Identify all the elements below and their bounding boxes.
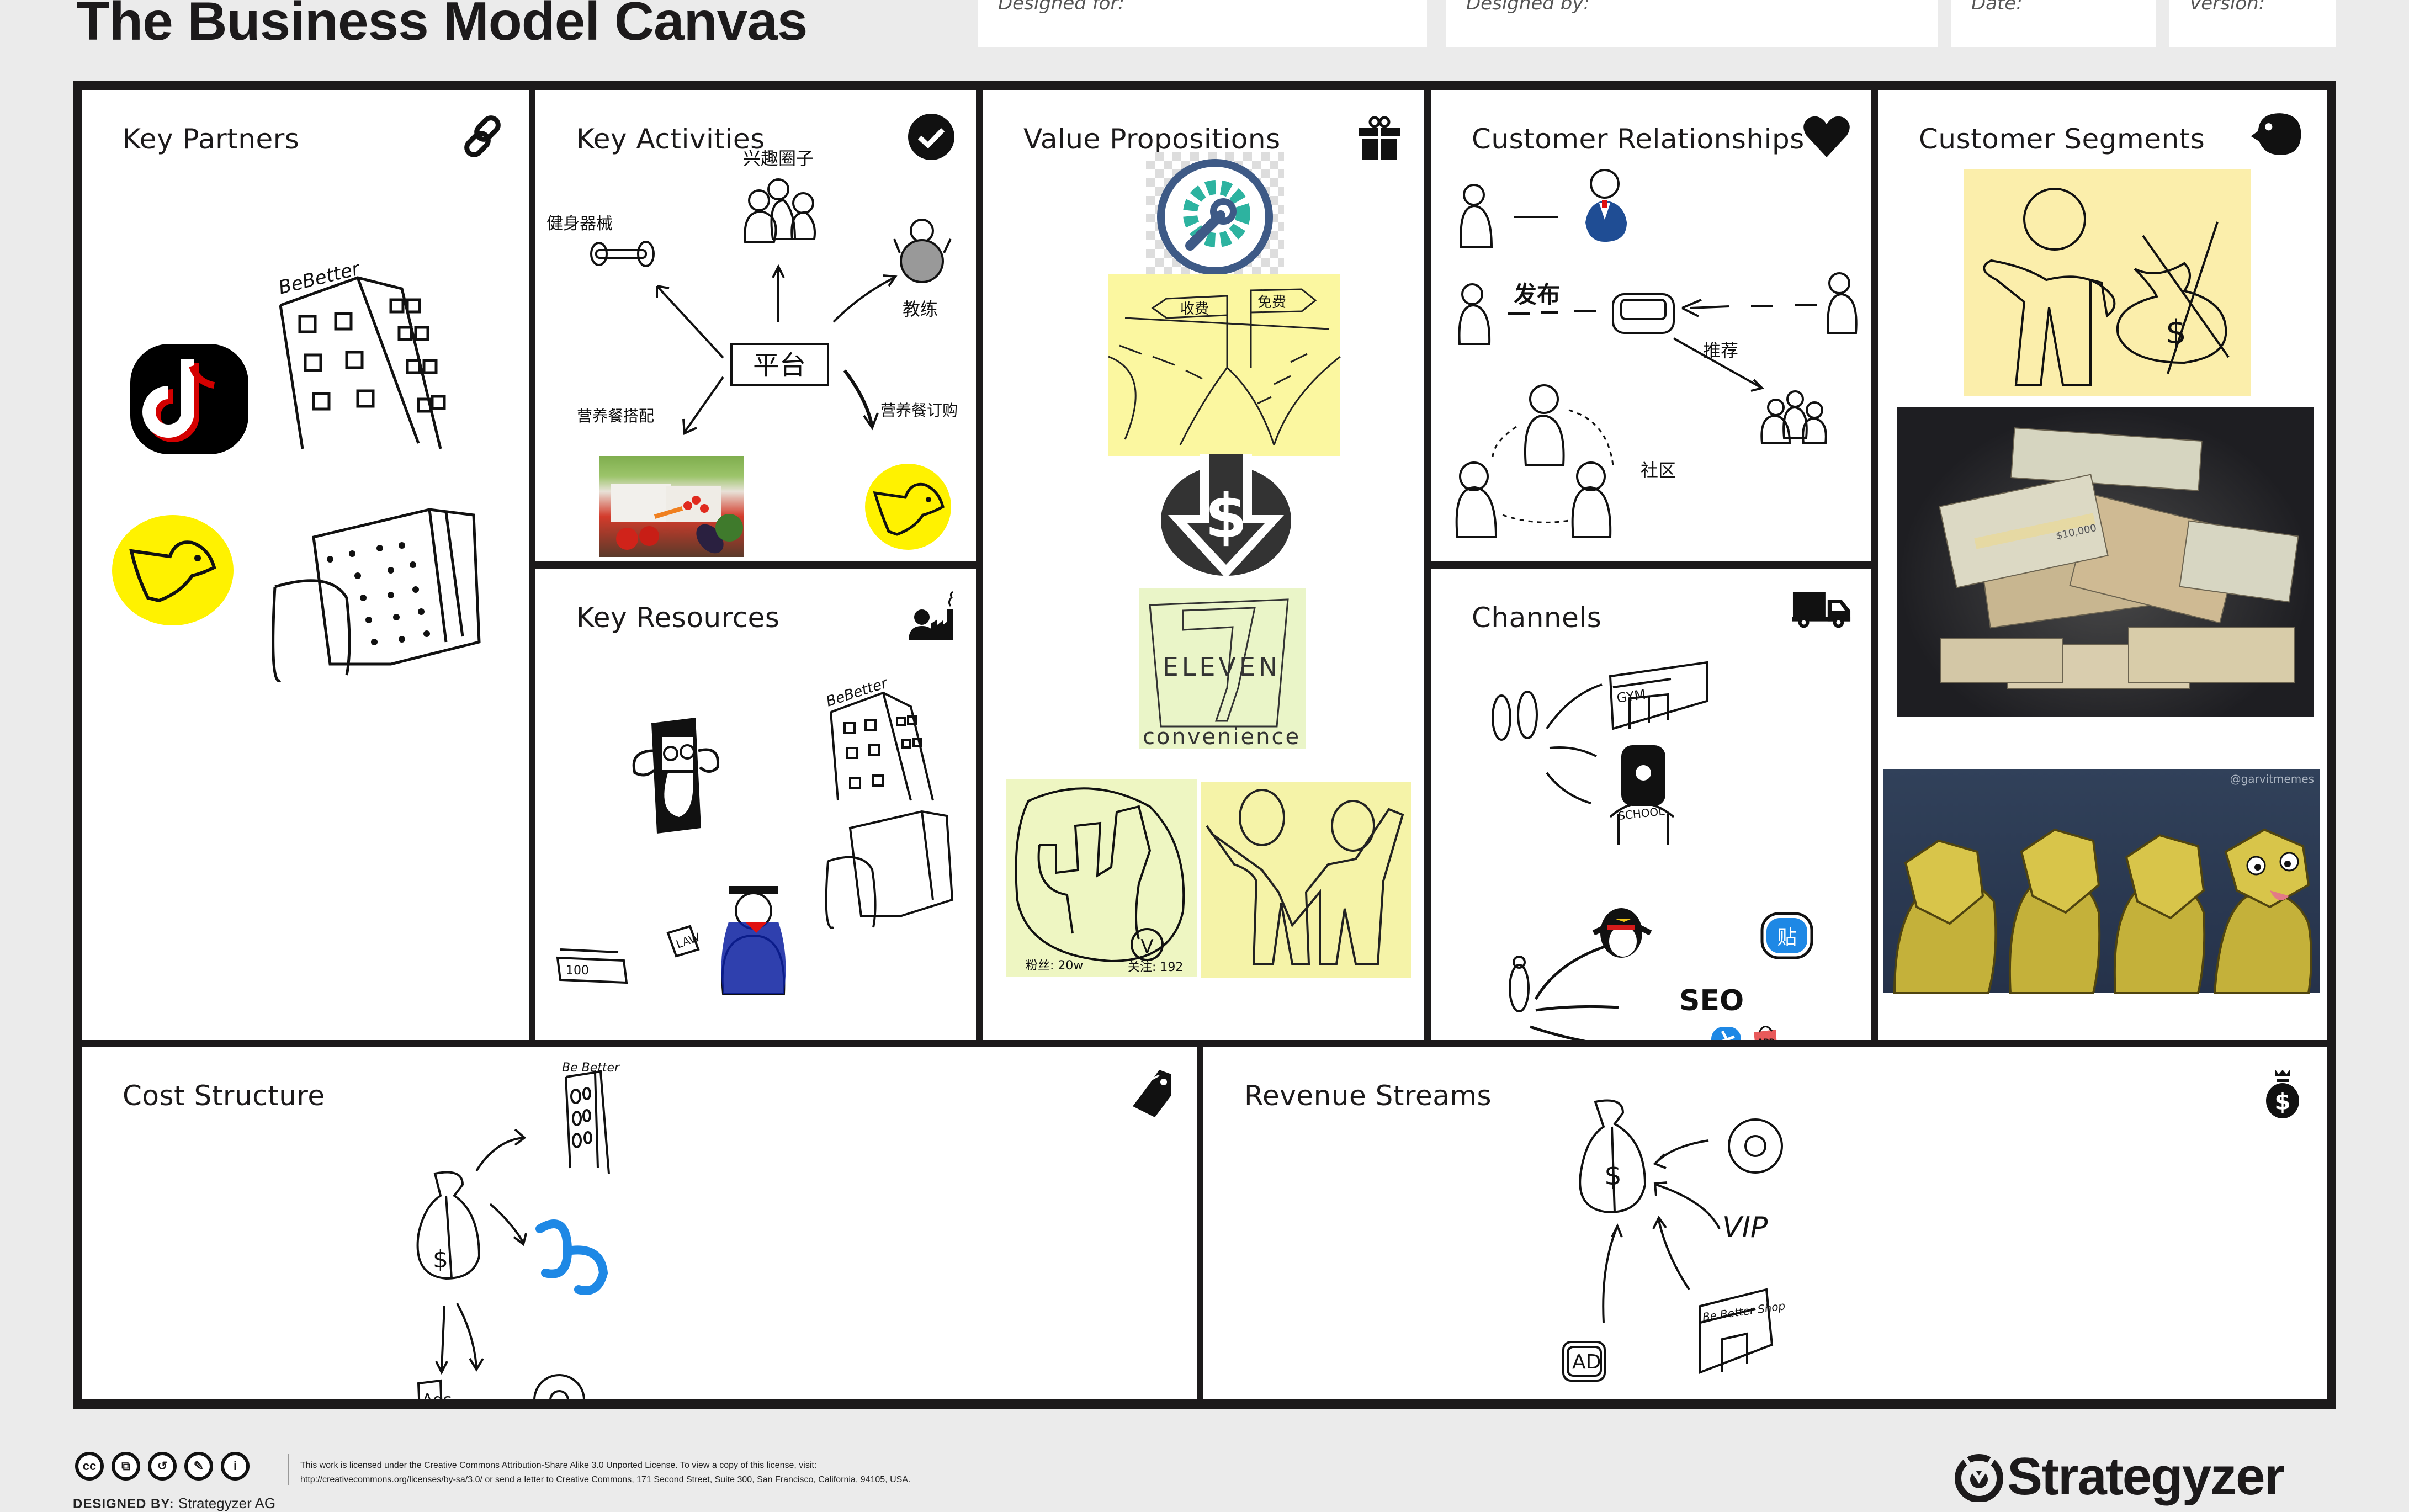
- resources-sketches: 100 LAW BeBetter: [535, 569, 976, 1040]
- community-label: 社区: [1641, 460, 1676, 481]
- relationships-diagram: 发布 推荐 社区: [1431, 90, 1871, 561]
- designed-by-field[interactable]: Designed by:: [1446, 0, 1938, 47]
- platform-label: 平台: [753, 350, 806, 381]
- cc-icon: cc: [75, 1452, 104, 1481]
- block-channels[interactable]: Channels GYM SCHOOL 贴 SEO: [1431, 569, 1871, 1040]
- fans-count: 粉丝: 20w: [1026, 959, 1083, 973]
- seven-eleven-sketch: ELEVEN convenience: [1139, 588, 1306, 750]
- no-money-sketch: $: [1964, 169, 2251, 396]
- license-text: This work is licensed under the Creative…: [300, 1458, 910, 1487]
- block-customer-segments[interactable]: Customer Segments $ $10,000 @garvitmemes: [1878, 90, 2327, 1040]
- block-key-resources[interactable]: Key Resources 100 LAW BeBetter: [535, 569, 976, 1040]
- money-label: 100: [566, 964, 589, 978]
- block-cost-structure[interactable]: Cost Structure $ Be Better: [82, 1047, 1197, 1399]
- node-interest-circles: 兴趣圈子: [743, 148, 814, 169]
- cc-license-icons: cc ⧉ ↺ ✎ i: [75, 1452, 250, 1481]
- cost-diagram: $ Be Better Ads: [82, 1047, 1197, 1399]
- node-coach: 教练: [903, 299, 938, 320]
- brand-name: Strategyzer: [2007, 1447, 2285, 1506]
- gym-label: GYM: [1616, 687, 1647, 706]
- sign-charge: 收费: [1180, 301, 1209, 317]
- follow-count: 关注: 192: [1128, 961, 1183, 974]
- strategyzer-logo[interactable]: Strategyzer: [1954, 1446, 2285, 1507]
- svg-text:$: $: [1604, 1159, 1622, 1191]
- face-icon: [2251, 109, 2304, 158]
- dragon-meme-image: @garvitmemes: [1883, 769, 2320, 994]
- building-sign: BeBetter: [824, 675, 891, 710]
- share-icon: ⧉: [112, 1452, 140, 1481]
- sign-free: 免费: [1257, 294, 1286, 311]
- seo-label: SEO: [1679, 984, 1744, 1017]
- license-line-1: This work is licensed under the Creative…: [300, 1461, 817, 1470]
- noncommercial-icon: ✎: [184, 1452, 213, 1481]
- cash-stacks-photo: $10,000: [1897, 407, 2314, 717]
- svg-text:$: $: [433, 1245, 448, 1274]
- block-value-propositions[interactable]: Value Propositions 收费 免费 $ ELEVEN conven…: [983, 90, 1424, 1040]
- designed-for-field[interactable]: Designed for:: [978, 0, 1427, 47]
- footer-divider: [288, 1454, 289, 1485]
- date-label: Date:: [1971, 0, 2023, 14]
- influencer-sketch: V 粉丝: 20w 关注: 192: [1006, 779, 1197, 977]
- service-gear-icon: [1146, 152, 1284, 282]
- block-customer-relationships[interactable]: Customer Relationships 发布 推荐 社区: [1431, 90, 1871, 561]
- bebetter-building-sketch: BeBetter: [275, 256, 474, 460]
- block-key-partners[interactable]: Key Partners BeBetter: [82, 90, 529, 1040]
- tiktok-logo-sketch: [126, 338, 253, 460]
- version-field[interactable]: Version:: [2169, 0, 2336, 47]
- info-icon: i: [221, 1452, 250, 1481]
- designed-for-label: Designed for:: [998, 0, 1124, 14]
- date-field[interactable]: Date:: [1951, 0, 2156, 47]
- gift-icon: [1355, 112, 1404, 162]
- building-sign: BeBetter: [277, 257, 363, 299]
- gym-machine-sketch: [264, 487, 496, 686]
- yellow-app-logo-sketch: [861, 460, 955, 554]
- publish-label: 发布: [1514, 281, 1560, 308]
- revenue-diagram: $ VIP AD Be Better Shop: [1203, 1047, 2327, 1399]
- block-revenue-streams[interactable]: Revenue Streams $ $ VIP AD Be Better Sho…: [1203, 1047, 2327, 1399]
- designed-by-credit: DESIGNED BY: Strategyzer AG: [73, 1495, 275, 1512]
- designed-by-credit-value: Strategyzer AG: [178, 1495, 276, 1511]
- ad-label: AD: [1572, 1351, 1601, 1373]
- page-title: The Business Model Canvas: [76, 0, 808, 51]
- block-title: Key Partners: [123, 123, 300, 155]
- watermark: @garvitmemes: [2230, 772, 2314, 786]
- tieba-icon: 贴: [1777, 926, 1797, 949]
- block-title: Customer Segments: [1919, 123, 2205, 155]
- svg-text:$: $: [2166, 313, 2187, 352]
- price-down-icon: $: [1157, 454, 1295, 581]
- strategyzer-owl-icon: [1955, 1453, 2003, 1502]
- vip-label: VIP: [1722, 1211, 1768, 1244]
- channels-diagram: GYM SCHOOL 贴 SEO APP: [1431, 569, 1871, 1040]
- fork-road-sketch: 收费 免费: [1108, 274, 1341, 456]
- store-name: ELEVEN: [1163, 652, 1281, 682]
- link-icon: [459, 112, 509, 162]
- node-fitness-equipment: 健身器械: [546, 214, 613, 234]
- recommend-label: 推荐: [1703, 340, 1738, 361]
- two-people-sketch: [1201, 782, 1411, 978]
- ads-label: Ads: [422, 1391, 452, 1399]
- node-meal-ordering: 营养餐订购: [880, 401, 958, 420]
- svg-text:$: $: [1205, 481, 1248, 551]
- building-sign: Be Better: [562, 1061, 620, 1075]
- block-key-activities[interactable]: Key Activities 平台 兴趣圈子 健身器械 教练 营养餐搭配 营养餐…: [535, 90, 976, 561]
- yellow-app-logo-sketch: [109, 510, 236, 636]
- remix-icon: ↺: [148, 1452, 177, 1481]
- designed-by-label: Designed by:: [1466, 0, 1590, 14]
- app-label: APP: [1757, 1038, 1774, 1040]
- verified-badge: V: [1140, 936, 1153, 958]
- vegetables-photo: [599, 456, 744, 557]
- license-link[interactable]: http://creativecommons.org/licenses/by-s…: [300, 1473, 910, 1487]
- designed-by-credit-label: DESIGNED BY:: [73, 1497, 174, 1511]
- block-title: Value Propositions: [1023, 123, 1281, 155]
- store-caption: convenience: [1143, 724, 1301, 750]
- version-label: Version:: [2189, 0, 2265, 14]
- node-meal-matching: 营养餐搭配: [577, 407, 654, 425]
